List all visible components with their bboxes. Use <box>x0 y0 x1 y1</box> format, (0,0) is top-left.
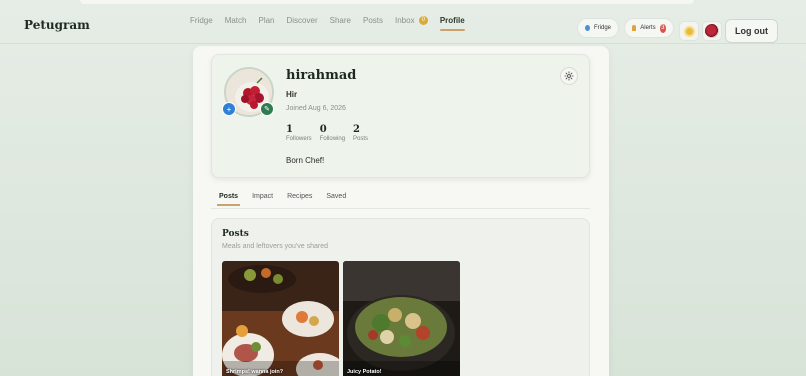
plus-icon: + <box>226 105 232 114</box>
following-count: 0 <box>319 124 327 135</box>
theme-toggle-button[interactable] <box>679 21 699 41</box>
gear-icon <box>564 71 574 81</box>
add-photo-button[interactable]: + <box>222 102 236 116</box>
pencil-icon: ✎ <box>264 106 270 113</box>
fridge-dot-icon <box>585 25 590 31</box>
fridge-button[interactable]: Fridge <box>577 18 619 38</box>
alerts-button-label: Alerts <box>640 25 656 31</box>
tab-saved[interactable]: Saved <box>326 193 346 206</box>
posts-section-subtitle: Meals and leftovers you've shared <box>222 243 329 250</box>
profile-card: + ✎ hirahmad Hir Joined Aug 6, 2026 1 Fo… <box>211 54 590 178</box>
following-label: Following <box>319 136 346 142</box>
followers-count: 1 <box>286 124 293 135</box>
profile-display-name: Hir <box>286 90 298 99</box>
nav-item-inbox-label: Inbox <box>395 16 415 25</box>
nav-item-share[interactable]: Share <box>330 16 351 31</box>
post-image-potato <box>343 261 460 376</box>
nav-item-profile[interactable]: Profile <box>439 16 465 32</box>
alerts-count-badge: 3 <box>659 23 666 33</box>
tab-posts[interactable]: Posts <box>216 193 241 206</box>
followers-label: Followers <box>286 136 312 142</box>
posts-count: 2 <box>353 124 361 135</box>
fridge-button-label: Fridge <box>593 25 611 31</box>
inbox-count-badge: 0 <box>418 16 428 26</box>
alerts-button[interactable]: Alerts 3 <box>624 18 674 38</box>
account-avatar-button[interactable] <box>702 21 722 41</box>
nav-item-inbox[interactable]: Inbox 0 <box>395 16 428 31</box>
posts-section-title: Posts <box>222 229 249 239</box>
profile-stats: 1 Followers 0 Following 2 Posts <box>286 124 368 142</box>
followers-stat[interactable]: 1 Followers <box>286 124 312 142</box>
profile-tabs: Posts Impact Recipes Saved <box>216 193 346 206</box>
profile-bio: Born Chef! <box>286 156 325 165</box>
user-avatar <box>705 24 719 38</box>
tab-recipes[interactable]: Recipes <box>287 193 312 206</box>
tabs-divider <box>211 208 590 209</box>
edit-profile-button[interactable]: ✎ <box>260 102 274 116</box>
following-stat[interactable]: 0 Following <box>320 124 345 142</box>
post-thumbnail[interactable]: Juicy Potato! <box>343 261 460 376</box>
posts-section: Posts Meals and leftovers you've shared … <box>211 218 590 376</box>
profile-username: hirahmad <box>286 68 357 83</box>
main-nav: Fridge Match Plan Discover Share Posts I… <box>190 16 465 32</box>
tab-impact[interactable]: Impact <box>252 193 273 206</box>
sun-icon <box>685 27 693 35</box>
profile-joined-date: Joined Aug 6, 2026 <box>286 105 346 112</box>
post-caption: Shrimps! wanna join? <box>226 369 284 375</box>
top-edge-strip <box>80 0 694 4</box>
profile-settings-button[interactable] <box>560 67 578 85</box>
bell-icon <box>632 25 637 31</box>
logout-button[interactable]: Log out <box>725 19 778 43</box>
post-thumbnail[interactable]: Shrimps! wanna join? <box>222 261 339 376</box>
post-image-shrimps <box>222 261 339 376</box>
posts-stat[interactable]: 2 Posts <box>353 124 368 142</box>
nav-item-match[interactable]: Match <box>225 16 247 31</box>
nav-item-plan[interactable]: Plan <box>258 16 274 31</box>
top-navigation-bar: Petugram Fridge Match Plan Discover Shar… <box>0 6 806 44</box>
nav-item-fridge[interactable]: Fridge <box>190 16 213 31</box>
brand-logo[interactable]: Petugram <box>24 18 90 32</box>
nav-item-posts[interactable]: Posts <box>363 16 383 31</box>
posts-label: Posts <box>353 136 369 142</box>
post-caption: Juicy Potato! <box>347 369 382 375</box>
nav-item-discover[interactable]: Discover <box>287 16 318 31</box>
